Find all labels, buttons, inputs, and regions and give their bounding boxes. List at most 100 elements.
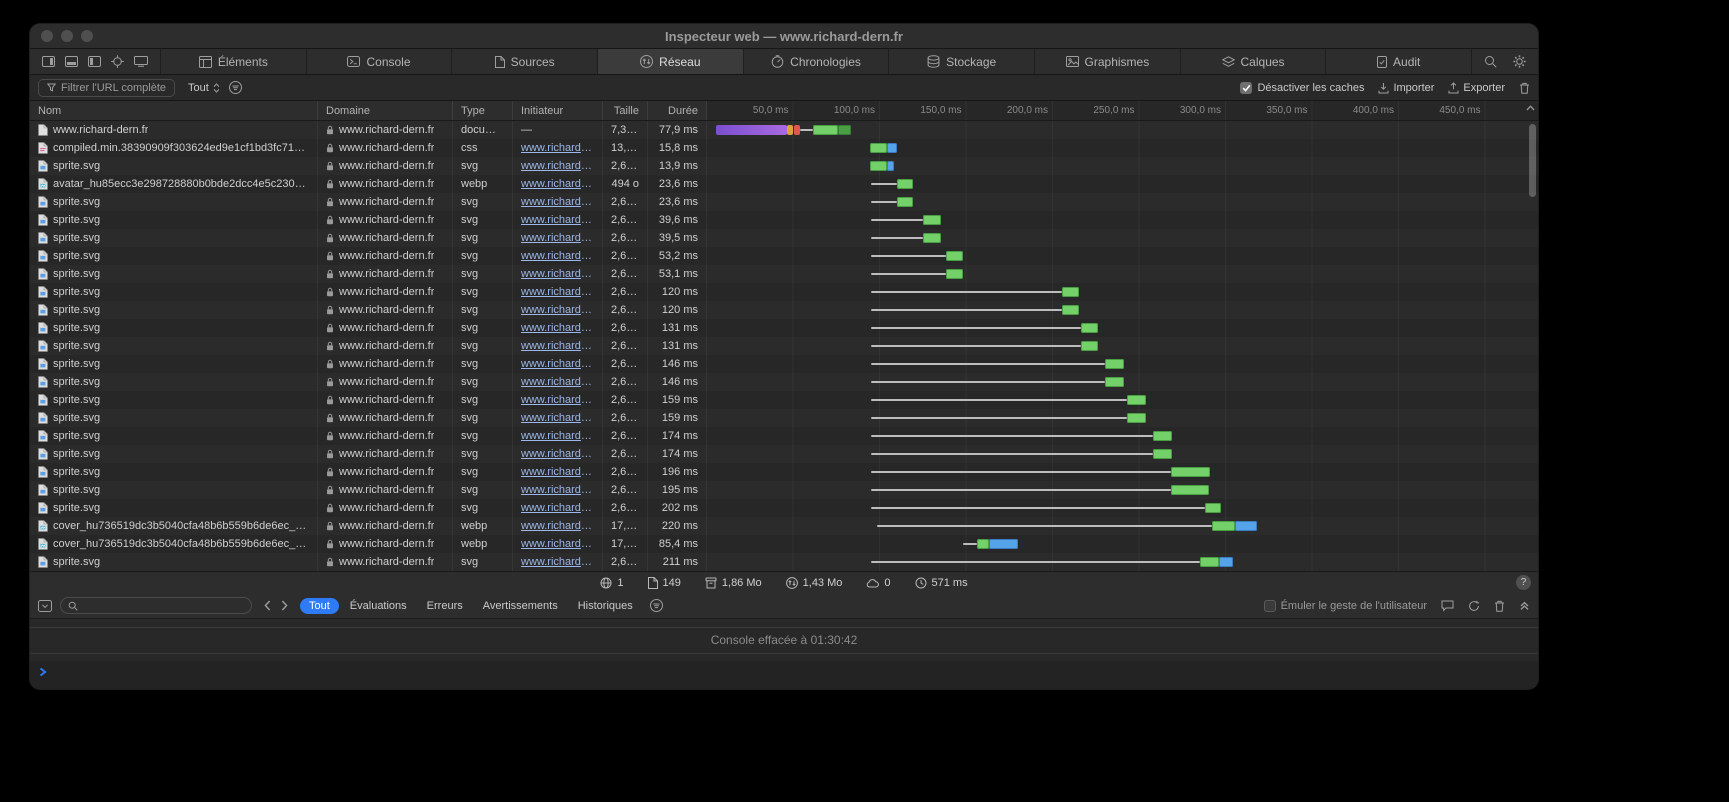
dock-bottom-button[interactable] [65,56,78,67]
initiator-link[interactable]: www.richard-d… [521,376,594,388]
scrollbar-thumb[interactable] [1529,124,1536,197]
network-row[interactable]: sprite.svgwww.richard-dern.frsvgwww.rich… [30,445,1538,463]
disable-caches-checkbox[interactable]: Désactiver les caches [1240,82,1364,94]
column-header-type[interactable]: Type [453,101,513,120]
console-scope-button[interactable] [38,600,52,612]
scroll-up-arrow[interactable] [1526,105,1535,111]
console-filter-options-button[interactable] [650,599,663,612]
initiator-link[interactable]: www.richard-d… [521,412,594,424]
initiator-link[interactable]: www.richard-d… [521,214,594,226]
console-transcript-button[interactable] [1441,600,1454,612]
column-header-taille[interactable]: Taille [603,101,648,120]
initiator-link[interactable]: www.richard-d… [521,430,594,442]
initiator-link[interactable]: www.richard-d… [521,142,594,154]
console-reload-button[interactable] [1468,600,1480,612]
column-header-initiateur[interactable]: Initiateur [513,101,603,120]
network-row[interactable]: sprite.svgwww.richard-dern.frsvgwww.rich… [30,481,1538,499]
tab-network[interactable]: Réseau [598,49,744,74]
column-header-domaine[interactable]: Domaine [318,101,453,120]
dock-right-button[interactable] [42,56,55,67]
column-header-nom[interactable]: Nom [30,101,318,120]
initiator-link[interactable]: www.richard-d… [521,520,594,532]
console-filter-tout[interactable]: Tout [300,598,339,614]
zoom-button[interactable] [81,30,93,42]
network-row[interactable]: sprite.svgwww.richard-dern.frsvgwww.rich… [30,265,1538,283]
tab-storage[interactable]: Stockage [889,49,1035,74]
next-result-button[interactable] [281,600,288,611]
network-row[interactable]: cover_hu736519dc3b5040cfa48b6b559b6de6ec… [30,535,1538,553]
tab-console[interactable]: Console [307,49,453,74]
initiator-link[interactable]: www.richard-d… [521,484,594,496]
tab-timelines[interactable]: Chronologies [744,49,890,74]
initiator-link[interactable]: www.richard-d… [521,340,594,352]
element-picker-button[interactable] [111,55,124,68]
initiator-link[interactable]: www.richard-d… [521,160,594,172]
initiator-link[interactable]: www.richard-d… [521,304,594,316]
close-button[interactable] [41,30,53,42]
previous-result-button[interactable] [264,600,271,611]
console-filter-erreurs[interactable]: Erreurs [418,598,472,614]
console-prompt-input[interactable] [30,661,1538,689]
clear-network-button[interactable] [1519,82,1530,94]
network-row[interactable]: compiled.min.38390909f303624ed9e1cf1bd3f… [30,139,1538,157]
tab-audit[interactable]: Audit [1326,49,1472,74]
console-expand-button[interactable] [1519,600,1530,611]
network-row[interactable]: sprite.svgwww.richard-dern.frsvgwww.rich… [30,301,1538,319]
network-row[interactable]: cover_hu736519dc3b5040cfa48b6b559b6de6ec… [30,517,1538,535]
console-search-input[interactable] [60,597,252,614]
network-row[interactable]: sprite.svgwww.richard-dern.frsvgwww.rich… [30,319,1538,337]
initiator-link[interactable]: www.richard-d… [521,178,594,190]
console-filter-avertissements[interactable]: Avertissements [474,598,567,614]
dock-left-button[interactable] [88,56,101,67]
initiator-link[interactable]: www.richard-d… [521,286,594,298]
tab-elements[interactable]: Éléments [161,49,307,74]
initiator-link[interactable]: www.richard-d… [521,502,594,514]
search-button[interactable] [1484,55,1497,68]
network-row[interactable]: sprite.svgwww.richard-dern.frsvgwww.rich… [30,499,1538,517]
console-filter--valuations[interactable]: Évaluations [341,598,416,614]
url-filter-input[interactable]: Filtrer l'URL complète [38,79,175,97]
network-row[interactable]: sprite.svgwww.richard-dern.frsvgwww.rich… [30,355,1538,373]
initiator-link[interactable]: www.richard-d… [521,268,594,280]
network-row[interactable]: sprite.svgwww.richard-dern.frsvgwww.rich… [30,427,1538,445]
initiator-link[interactable]: www.richard-d… [521,394,594,406]
initiator-link[interactable]: www.richard-d… [521,448,594,460]
network-row[interactable]: sprite.svgwww.richard-dern.frsvgwww.rich… [30,409,1538,427]
console-clear-button[interactable] [1494,600,1505,612]
help-button[interactable]: ? [1516,575,1531,590]
tab-sources[interactable]: Sources [452,49,598,74]
initiator-link[interactable]: www.richard-d… [521,358,594,370]
tab-graphics[interactable]: Graphismes [1035,49,1181,74]
device-button[interactable] [134,56,148,67]
network-row[interactable]: sprite.svgwww.richard-dern.frsvgwww.rich… [30,229,1538,247]
network-row[interactable]: sprite.svgwww.richard-dern.frsvgwww.rich… [30,193,1538,211]
network-row[interactable]: sprite.svgwww.richard-dern.frsvgwww.rich… [30,283,1538,301]
network-row[interactable]: sprite.svgwww.richard-dern.frsvgwww.rich… [30,337,1538,355]
network-row[interactable]: sprite.svgwww.richard-dern.frsvgwww.rich… [30,463,1538,481]
tab-layers[interactable]: Calques [1181,49,1327,74]
initiator-link[interactable]: www.richard-d… [521,322,594,334]
network-row[interactable]: www.richard-dern.frwww.richard-dern.frdo… [30,121,1538,139]
initiator-link[interactable]: www.richard-d… [521,538,594,550]
column-header-dur-e[interactable]: Durée [648,101,707,120]
network-row[interactable]: sprite.svgwww.richard-dern.frsvgwww.rich… [30,553,1538,571]
import-button[interactable]: Importer [1378,82,1434,94]
network-row[interactable]: sprite.svgwww.richard-dern.frsvgwww.rich… [30,247,1538,265]
initiator-link[interactable]: www.richard-d… [521,196,594,208]
type-filter-dropdown[interactable]: Tout [188,82,220,94]
initiator-link[interactable]: www.richard-d… [521,250,594,262]
network-row[interactable]: sprite.svgwww.richard-dern.frsvgwww.rich… [30,391,1538,409]
network-row[interactable]: sprite.svgwww.richard-dern.frsvgwww.rich… [30,157,1538,175]
initiator-link[interactable]: www.richard-d… [521,466,594,478]
emulate-gesture-checkbox[interactable]: Émuler le geste de l'utilisateur [1264,600,1427,612]
network-row[interactable]: sprite.svgwww.richard-dern.frsvgwww.rich… [30,373,1538,391]
console-filter-historiques[interactable]: Historiques [569,598,642,614]
export-button[interactable]: Exporter [1448,82,1505,94]
network-row[interactable]: sprite.svgwww.richard-dern.frsvgwww.rich… [30,211,1538,229]
initiator-link[interactable]: www.richard-d… [521,556,594,568]
settings-button[interactable] [1513,55,1526,68]
network-row[interactable]: avatar_hu85ecc3e298728880b0bde2dcc4e5c23… [30,175,1538,193]
filter-options-button[interactable] [229,81,242,94]
initiator-link[interactable]: www.richard-d… [521,232,594,244]
minimize-button[interactable] [61,30,73,42]
